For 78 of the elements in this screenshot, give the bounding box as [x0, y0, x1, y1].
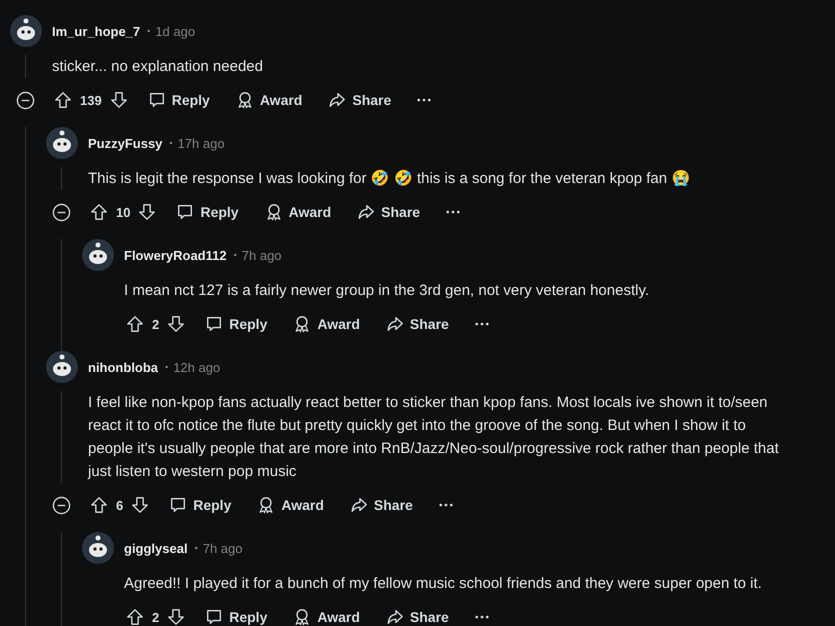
reply-button[interactable]: Reply: [168, 197, 247, 227]
avatar-icon[interactable]: [82, 532, 114, 564]
award-ribbon-icon: [264, 203, 283, 221]
share-arrow-icon: [386, 608, 404, 626]
share-button[interactable]: Share: [320, 85, 400, 115]
share-arrow-icon: [357, 203, 376, 221]
reply-button[interactable]: Reply: [161, 490, 240, 520]
timestamp: 1d ago: [155, 24, 196, 38]
upvote-icon[interactable]: [126, 608, 144, 626]
reply-button[interactable]: Reply: [197, 309, 276, 339]
separator-dot: •: [234, 250, 237, 260]
collapse-icon[interactable]: [16, 90, 35, 110]
share-arrow-icon: [328, 91, 346, 109]
downvote-icon[interactable]: [131, 496, 150, 514]
award-button[interactable]: Award: [249, 490, 332, 520]
award-ribbon-icon: [293, 608, 312, 626]
vote-count: 2: [152, 316, 160, 332]
speech-bubble-icon: [205, 608, 224, 626]
share-arrow-icon: [350, 496, 368, 514]
avatar-icon[interactable]: [10, 15, 42, 47]
share-button[interactable]: Share: [378, 309, 457, 339]
award-button[interactable]: Award: [285, 309, 368, 339]
ellipsis-icon: [446, 210, 460, 214]
separator-dot: •: [147, 26, 150, 36]
avatar-icon[interactable]: [46, 351, 78, 383]
separator-dot: •: [194, 543, 198, 553]
share-button[interactable]: Share: [349, 197, 428, 227]
reply-button[interactable]: Reply: [140, 85, 218, 115]
avatar-icon[interactable]: [46, 127, 78, 159]
upvote-icon[interactable]: [54, 91, 72, 109]
username[interactable]: Im_ur_hope_7: [52, 24, 140, 38]
downvote-icon[interactable]: [138, 203, 156, 221]
vote-count: 6: [116, 498, 124, 512]
timestamp: 7h ago: [202, 540, 242, 556]
username[interactable]: gigglyseal: [124, 540, 188, 556]
comment-text: sticker... no explanation needed: [52, 57, 263, 77]
ellipsis-icon: [438, 503, 453, 507]
comment-text: I mean nct 127 is a fairly newer group in the 3rd gen, not very veteran honestly.: [124, 281, 650, 301]
vote-count: 2: [152, 610, 160, 624]
speech-bubble-icon: [169, 496, 188, 514]
comment-text: I feel like non-kpop fans actually react better to sticker than kpop fans. Most locals ive shown it to/seen react it to ofc notice the flute but pretty quickly get into the groove of the song. But when I show it to people it's usually people that are more into RnB/Jazz/Neo-soul/progressive rock rather than people that just listen to western pop music: [88, 393, 780, 482]
username[interactable]: nihonbloba: [88, 360, 158, 374]
upvote-icon[interactable]: [90, 496, 108, 514]
separator-dot: •: [169, 138, 173, 148]
downvote-icon[interactable]: [110, 91, 128, 109]
share-arrow-icon: [386, 315, 404, 333]
comment-text: This is legit the response I was looking for 🤣 🤣 this is a song for the veteran kpop fan 😭: [88, 168, 690, 189]
ellipsis-icon: [474, 322, 489, 326]
speech-bubble-icon: [176, 203, 194, 221]
award-button[interactable]: Award: [256, 197, 340, 227]
timestamp: 17h ago: [178, 136, 225, 150]
avatar-icon[interactable]: [82, 239, 114, 271]
timestamp: 7h ago: [242, 248, 282, 262]
collapse-icon[interactable]: [52, 202, 71, 222]
speech-bubble-icon: [148, 91, 166, 109]
vote-count: 139: [80, 92, 102, 108]
timestamp: 12h ago: [173, 360, 220, 374]
upvote-icon[interactable]: [126, 315, 144, 333]
upvote-icon[interactable]: [90, 203, 108, 221]
ellipsis-icon: [417, 98, 432, 102]
reply-button[interactable]: Reply: [197, 602, 276, 626]
award-ribbon-icon: [293, 315, 312, 333]
award-ribbon-icon: [257, 496, 276, 514]
comment-text: Agreed!! I played it for a bunch of my fellow music school friends and they were super open to it.: [124, 574, 762, 594]
username[interactable]: FloweryRoad112: [124, 248, 227, 262]
collapse-icon[interactable]: [52, 496, 71, 514]
vote-count: 10: [116, 204, 130, 220]
separator-dot: •: [165, 362, 168, 372]
award-button[interactable]: Award: [285, 602, 368, 626]
username[interactable]: PuzzyFussy: [88, 136, 162, 150]
downvote-icon[interactable]: [167, 608, 186, 626]
share-button[interactable]: Share: [342, 490, 421, 520]
award-button[interactable]: Award: [228, 85, 310, 115]
share-button[interactable]: Share: [378, 602, 457, 626]
downvote-icon[interactable]: [167, 315, 186, 333]
award-ribbon-icon: [236, 91, 254, 109]
ellipsis-icon: [474, 615, 489, 619]
speech-bubble-icon: [205, 315, 224, 333]
